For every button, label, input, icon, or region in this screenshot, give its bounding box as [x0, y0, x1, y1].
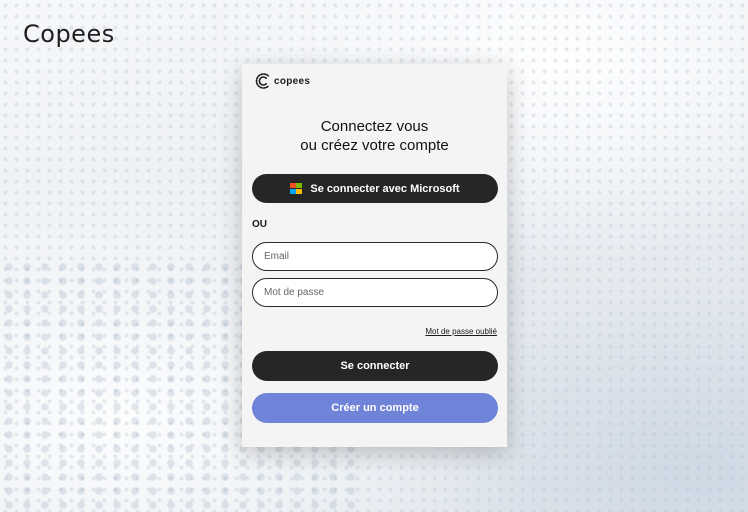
password-field[interactable] [252, 278, 498, 307]
create-account-button-label: Créer un compte [331, 402, 419, 414]
login-button[interactable]: Se connecter [252, 351, 498, 381]
card-logo-text: copees [274, 75, 311, 87]
page-title-line-1: Connectez vous [320, 118, 429, 135]
microsoft-login-button[interactable]: Se connecter avec Microsoft [252, 174, 498, 203]
forgot-password-link[interactable]: Mot de passe oublié [425, 327, 497, 336]
create-account-button[interactable]: Créer un compte [252, 393, 498, 423]
microsoft-logo-icon [290, 182, 302, 195]
or-divider-label: OU [252, 219, 267, 230]
card-logo: copees [254, 72, 310, 90]
brand-title: Copees [23, 20, 115, 48]
login-card: copees Connectez vous ou créez votre com… [242, 64, 507, 447]
microsoft-login-label: Se connecter avec Microsoft [310, 182, 460, 195]
page-title-line-2: ou créez votre compte [300, 137, 449, 154]
page-title: Connectez vous ou créez votre compte [242, 117, 507, 155]
email-field[interactable] [252, 242, 498, 271]
login-button-label: Se connecter [340, 360, 410, 372]
copees-logo-icon [254, 72, 272, 90]
